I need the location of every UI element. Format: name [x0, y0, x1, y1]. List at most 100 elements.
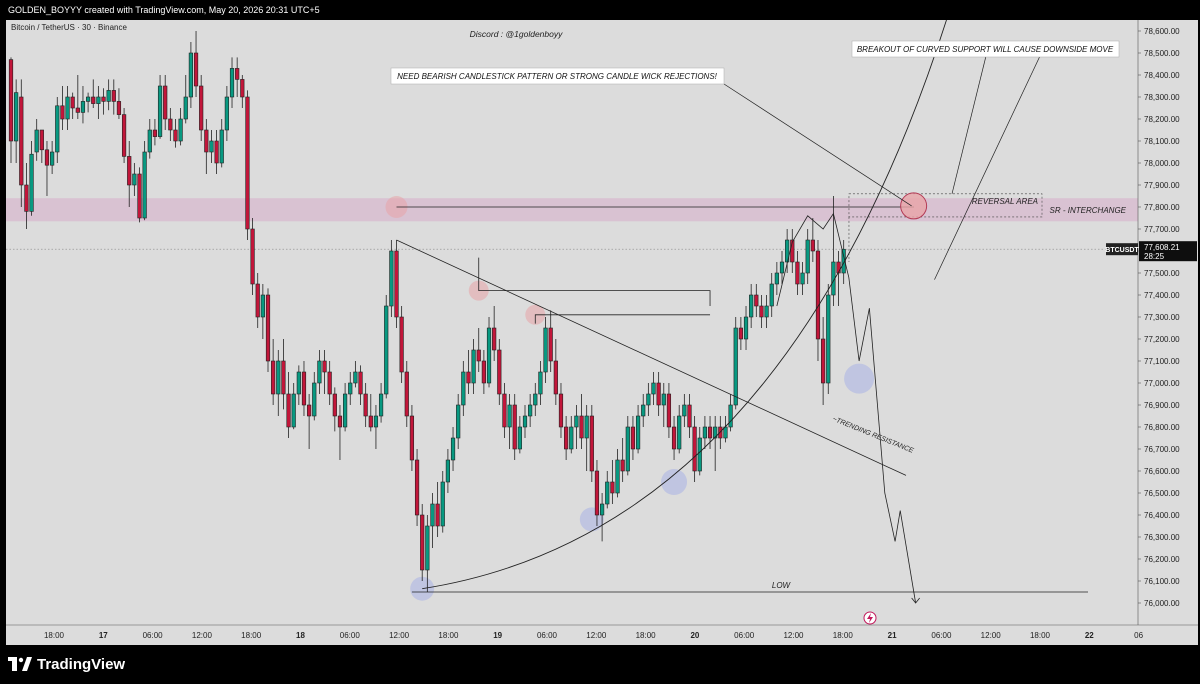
- candle-body[interactable]: [271, 360, 276, 395]
- candle-body[interactable]: [502, 393, 507, 428]
- candle-body[interactable]: [183, 96, 188, 120]
- candle-body[interactable]: [774, 272, 779, 285]
- candle-body[interactable]: [378, 393, 384, 417]
- candle-body[interactable]: [548, 327, 553, 362]
- candle-body[interactable]: [224, 96, 229, 131]
- candle-body[interactable]: [625, 426, 630, 472]
- candle-body[interactable]: [435, 503, 440, 527]
- candle-body[interactable]: [553, 360, 558, 395]
- candle-body[interactable]: [96, 96, 101, 104]
- reversal-target-circle[interactable]: [900, 192, 928, 220]
- candle-body[interactable]: [620, 459, 625, 472]
- candle-body[interactable]: [337, 415, 343, 428]
- candle-body[interactable]: [759, 305, 764, 318]
- candle-body[interactable]: [558, 393, 564, 428]
- candle-body[interactable]: [322, 360, 327, 373]
- candle-body[interactable]: [528, 404, 533, 417]
- candle-body[interactable]: [121, 114, 127, 157]
- candle-body[interactable]: [404, 371, 409, 417]
- candle-body[interactable]: [728, 404, 733, 428]
- candle-body[interactable]: [34, 129, 39, 153]
- candle-body[interactable]: [733, 327, 738, 406]
- candle-body[interactable]: [538, 371, 543, 395]
- candle-body[interactable]: [707, 426, 713, 439]
- candle-body[interactable]: [342, 393, 348, 428]
- candle-body[interactable]: [55, 105, 60, 153]
- candle-body[interactable]: [178, 118, 183, 142]
- candle-body[interactable]: [106, 90, 111, 102]
- candle-body[interactable]: [466, 371, 471, 384]
- candle-body[interactable]: [29, 153, 34, 212]
- candle-body[interactable]: [486, 327, 492, 384]
- candle-body[interactable]: [312, 382, 317, 417]
- candle-body[interactable]: [60, 105, 65, 120]
- candle-body[interactable]: [157, 85, 163, 137]
- candle-body[interactable]: [512, 404, 517, 450]
- candle-body[interactable]: [517, 426, 522, 450]
- candle-body[interactable]: [317, 360, 322, 384]
- candle-body[interactable]: [394, 250, 399, 318]
- candle-body[interactable]: [373, 415, 379, 428]
- candle-body[interactable]: [291, 393, 296, 428]
- candle-body[interactable]: [137, 173, 142, 219]
- candle-body[interactable]: [188, 52, 194, 98]
- candle-body[interactable]: [507, 404, 512, 428]
- candle-body[interactable]: [610, 481, 615, 494]
- candle-body[interactable]: [564, 426, 569, 450]
- candle-body[interactable]: [635, 415, 641, 450]
- candle-body[interactable]: [111, 90, 116, 102]
- candle-body[interactable]: [594, 470, 600, 516]
- candle-body[interactable]: [296, 371, 301, 395]
- candle-body[interactable]: [414, 459, 420, 516]
- candle-body[interactable]: [795, 261, 800, 285]
- candle-body[interactable]: [599, 503, 605, 516]
- candlestick-chart[interactable]: SR - INTERCHANGE LOW REVERSAL AREA ~TRENDIN…: [6, 20, 1198, 645]
- candle-body[interactable]: [743, 316, 749, 340]
- candle-body[interactable]: [702, 426, 707, 439]
- candle-body[interactable]: [605, 481, 610, 505]
- candle-body[interactable]: [569, 426, 574, 450]
- candle-body[interactable]: [579, 415, 584, 439]
- candle-body[interactable]: [533, 393, 538, 406]
- candle-body[interactable]: [363, 393, 368, 417]
- candle-body[interactable]: [50, 151, 55, 166]
- candle-body[interactable]: [168, 118, 173, 131]
- candle-body[interactable]: [492, 327, 497, 351]
- candle-body[interactable]: [682, 404, 687, 417]
- candle-body[interactable]: [497, 349, 502, 395]
- chart-frame[interactable]: SR - INTERCHANGE LOW REVERSAL AREA ~TRENDIN…: [6, 20, 1198, 645]
- curved-support-line[interactable]: [422, 20, 947, 590]
- candle-body[interactable]: [14, 92, 19, 142]
- candle-body[interactable]: [152, 129, 158, 137]
- candle-body[interactable]: [368, 415, 373, 428]
- candle-body[interactable]: [384, 305, 389, 395]
- candle-body[interactable]: [204, 129, 209, 153]
- candle-body[interactable]: [666, 393, 672, 428]
- candle-body[interactable]: [522, 415, 528, 428]
- candle-body[interactable]: [779, 261, 785, 274]
- candle-body[interactable]: [821, 338, 826, 384]
- candle-body[interactable]: [805, 239, 810, 274]
- candle-body[interactable]: [44, 149, 50, 166]
- candle-body[interactable]: [389, 250, 394, 307]
- candle-body[interactable]: [826, 294, 831, 384]
- candle-body[interactable]: [445, 459, 451, 483]
- candle-body[interactable]: [229, 68, 235, 98]
- candle-body[interactable]: [245, 96, 250, 230]
- candle-body[interactable]: [697, 437, 702, 472]
- candle-body[interactable]: [163, 85, 168, 120]
- candle-body[interactable]: [471, 349, 476, 384]
- candle-body[interactable]: [687, 404, 692, 428]
- candle-body[interactable]: [738, 327, 743, 340]
- candle-body[interactable]: [646, 393, 651, 406]
- candle-body[interactable]: [209, 140, 214, 153]
- candle-body[interactable]: [240, 79, 245, 98]
- candle-body[interactable]: [671, 426, 677, 450]
- candle-body[interactable]: [301, 371, 307, 406]
- candle-body[interactable]: [142, 151, 147, 219]
- candle-body[interactable]: [235, 68, 240, 80]
- candle-body[interactable]: [332, 393, 337, 417]
- candle-body[interactable]: [39, 129, 44, 151]
- candle-body[interactable]: [219, 129, 224, 164]
- candle-body[interactable]: [260, 294, 265, 318]
